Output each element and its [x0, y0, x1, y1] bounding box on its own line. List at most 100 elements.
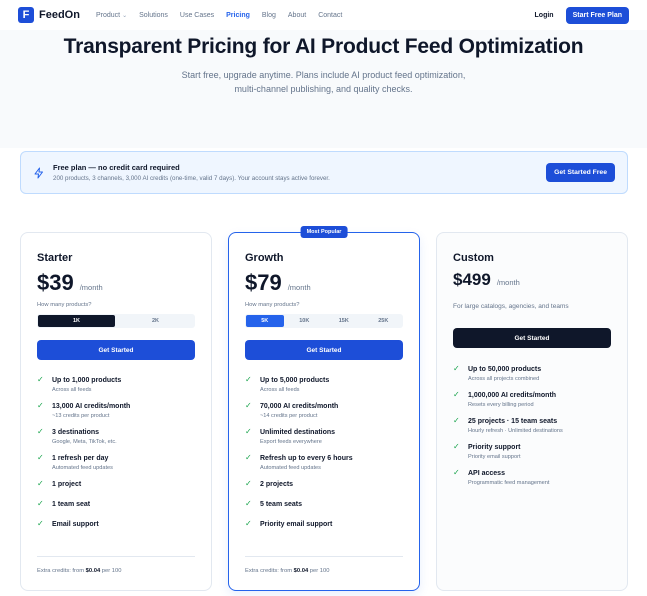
login-link[interactable]: Login [535, 12, 554, 19]
feature-title: Priority email support [260, 521, 333, 528]
get-started-button[interactable]: Get Started [245, 340, 403, 360]
get-started-button[interactable]: Get Started [37, 340, 195, 360]
feature-subtitle: Across all feeds [52, 387, 92, 393]
plan-card-growth: Most Popular Growth $79 /month How many … [228, 226, 420, 591]
feature-subtitle: ~13 credits per product [52, 413, 110, 419]
feature-title: 1 team seat [52, 501, 91, 508]
feature-title: 1,000,000 AI credits/month [468, 392, 557, 399]
feature-item: ✓ 3 destinations Google, Meta, TikTok, et… [37, 428, 195, 446]
nav-item-solutions[interactable]: Solutions [139, 12, 168, 19]
extra-credits-note: Extra credits: from $0.04 per 100 [37, 568, 121, 574]
nav-item-label: Blog [261, 11, 276, 19]
feature-subtitle: ~14 credits per product [260, 413, 318, 419]
free-plan-banner: Free plan — no credit card required 200 … [20, 151, 628, 194]
hero-subtitle-line: multi-channel publishing, and quality ch… [234, 84, 413, 94]
product-count-selector: 5K 10K 15K 25K [245, 314, 403, 328]
top-navbar: F FeedOn Product ⌄ Solutions Use Cases P… [0, 0, 647, 30]
hero-section: Transparent Pricing for AI Product Feed … [0, 30, 647, 148]
feature-subtitle: Across all feeds [260, 387, 300, 393]
check-icon: ✓ [245, 453, 252, 462]
feature-title: 1 refresh per day [52, 455, 109, 462]
feature-subtitle: Automated feed updates [52, 465, 113, 471]
nav-item-contact[interactable]: Contact [318, 12, 342, 19]
check-icon: ✓ [245, 375, 252, 384]
nav-item-product[interactable]: Product ⌄ [96, 12, 127, 19]
hero-subtitle-line: Start free, upgrade anytime. Plans inclu… [181, 70, 466, 80]
bolt-icon [33, 167, 45, 179]
nav-item-pricing[interactable]: Pricing [226, 12, 250, 19]
feature-item: ✓ 1,000,000 AI credits/month Resets every… [453, 391, 611, 409]
feature-title: 5 team seats [260, 501, 303, 508]
feature-subtitle: Export feeds everywhere [260, 439, 322, 445]
check-icon: ✓ [37, 479, 44, 488]
divider [245, 556, 403, 557]
nav-actions: Login Start Free Plan [535, 6, 629, 24]
nav-item-label: Pricing [226, 11, 250, 19]
check-icon: ✓ [37, 499, 44, 508]
check-icon: ✓ [37, 375, 44, 384]
feature-subtitle: Automated feed updates [260, 465, 321, 471]
plan-description: For large catalogs, agencies, and teams [453, 303, 569, 310]
check-icon: ✓ [245, 499, 252, 508]
check-icon: ✓ [453, 442, 460, 451]
feature-list: ✓ Up to 5,000 products Across all feeds ✓… [245, 376, 403, 538]
feature-item: ✓ Email support [37, 520, 195, 529]
main-menu: Product ⌄ Solutions Use Cases Pricing Bl… [96, 12, 354, 19]
nav-item-about[interactable]: About [288, 12, 306, 19]
feature-title: 2 projects [260, 481, 294, 488]
nav-item-use-cases[interactable]: Use Cases [180, 12, 214, 19]
divider [37, 556, 195, 557]
plan-period: /month [79, 283, 103, 292]
plan-card-starter: Starter $39 /month How many products? 1K… [20, 232, 212, 591]
feature-list: ✓ Up to 1,000 products Across all feeds ✓… [37, 376, 195, 538]
feature-title: Unlimited destinations [260, 429, 336, 436]
start-free-plan-button[interactable]: Start Free Plan [565, 6, 629, 24]
check-icon: ✓ [453, 364, 460, 373]
plan-price: $39 [37, 270, 74, 295]
price-row: $499 /month [453, 270, 520, 290]
feature-item: ✓ Refresh up to every 6 hours Automated f… [245, 453, 403, 472]
brand-name: FeedOn [39, 9, 80, 21]
product-option-1k[interactable]: 1K [38, 315, 115, 327]
check-icon: ✓ [245, 427, 252, 436]
nav-item-label: Product [95, 11, 121, 19]
plan-period: /month [287, 283, 311, 292]
check-icon: ✓ [453, 416, 460, 425]
feature-item: ✓ Up to 50,000 products Across all projec… [453, 364, 611, 383]
feature-item: ✓ 2 projects [245, 480, 403, 489]
product-option-15k[interactable]: 15K [325, 315, 363, 327]
product-option-5k[interactable]: 5K [246, 315, 284, 327]
extra-credits-prefix: Extra credits: from [245, 568, 293, 574]
product-count-selector: 1K 2K [37, 314, 195, 328]
feature-item: ✓ Priority support Priority email support [453, 442, 611, 461]
feature-item: ✓ 1 refresh per day Automated feed update… [37, 454, 195, 472]
feature-title: 70,000 AI credits/month [260, 403, 339, 410]
feature-subtitle: Google, Meta, TikTok, etc. [52, 439, 117, 445]
feature-item: ✓ Priority email support [245, 520, 403, 529]
product-option-10k[interactable]: 10K [286, 315, 324, 327]
feature-item: ✓ 70,000 AI credits/month ~14 credits per… [245, 401, 403, 420]
feature-subtitle: Across all projects combined [468, 376, 540, 382]
price-row: $39 /month [37, 270, 103, 296]
extra-credits-prefix: Extra credits: from [37, 568, 85, 574]
feature-title: 1 project [52, 481, 82, 488]
plan-period: /month [496, 278, 520, 287]
product-option-2k[interactable]: 2K [117, 315, 194, 327]
brand-logo[interactable]: F FeedOn [18, 7, 80, 23]
nav-item-label: About [287, 11, 307, 19]
get-started-button[interactable]: Get Started [453, 328, 611, 348]
feature-subtitle: Priority email support [468, 454, 521, 460]
check-icon: ✓ [245, 519, 252, 528]
free-plan-text: Free plan — no credit card required 200 … [53, 163, 330, 182]
nav-item-blog[interactable]: Blog [262, 12, 276, 19]
check-icon: ✓ [37, 401, 44, 410]
product-option-25k[interactable]: 25K [365, 315, 403, 327]
extra-credits-price: $0.04 [293, 568, 309, 574]
feature-title: 25 projects · 15 team seats [468, 418, 558, 425]
feature-item: ✓ 13,000 AI credits/month ~13 credits per… [37, 401, 195, 420]
feature-title: Refresh up to every 6 hours [260, 455, 353, 462]
get-started-free-button[interactable]: Get Started Free [546, 163, 615, 182]
check-icon: ✓ [37, 519, 44, 528]
check-icon: ✓ [245, 401, 252, 410]
price-row: $79 /month [245, 270, 311, 296]
